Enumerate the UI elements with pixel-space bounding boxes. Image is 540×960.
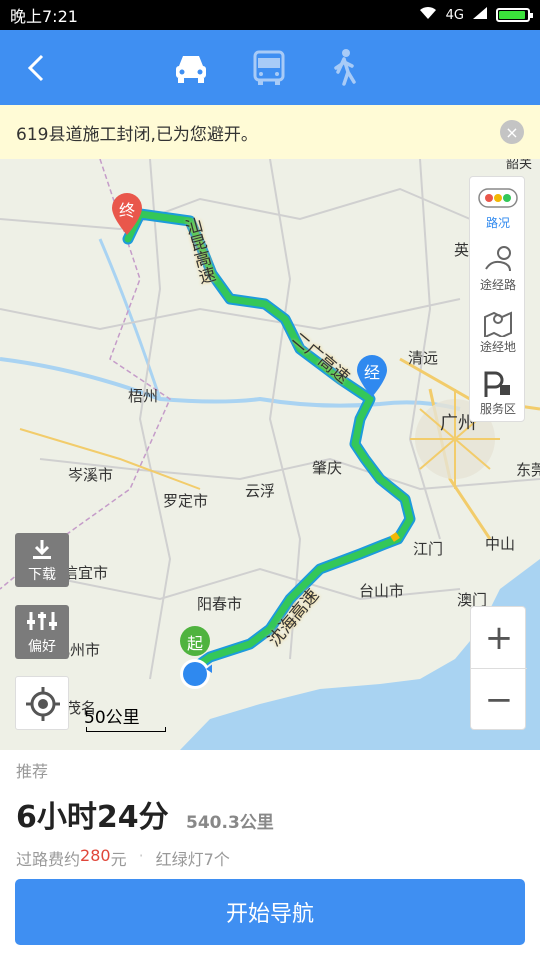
city-wuzhou: 梧州 [128, 387, 159, 405]
bus-icon [253, 50, 285, 85]
scale-bar [86, 727, 166, 732]
locate-icon [26, 687, 60, 721]
via-marker[interactable]: 经 [355, 354, 389, 398]
traffic-light-icon [478, 188, 518, 208]
preference-button[interactable]: 偏好 [15, 605, 69, 659]
waypoint-road-button[interactable]: 途经路 [470, 239, 526, 299]
end-marker[interactable]: 终 [110, 192, 144, 236]
city-taishan: 台山市 [359, 582, 405, 600]
end-marker-label: 终 [118, 201, 135, 220]
map-view[interactable]: 汕昆高速 二广高速 沈海高速 梧州 清远 广州 肇庆 东莞 岑溪市 罗定市 云浮… [0, 159, 540, 750]
zoom-out-button[interactable]: − [471, 669, 527, 731]
status-icons: 4G [418, 5, 533, 25]
start-marker-label: 起 [186, 634, 203, 653]
notice-text: 619县道施工封闭,已为您避开。 [16, 124, 258, 145]
route-tag: 推荐 [16, 762, 49, 781]
map-tool-panel: 路况 途经路 途经地 服务区 [469, 176, 525, 422]
service-area-label: 服务区 [479, 402, 516, 416]
preference-label: 偏好 [28, 639, 56, 655]
map-pin-icon [484, 311, 512, 339]
battery-icon [496, 8, 533, 22]
mode-walk-button[interactable] [322, 46, 366, 90]
current-location-dot [178, 657, 214, 691]
via-place-label: 途经地 [479, 340, 516, 354]
route-distance: 540.3公里 [186, 813, 274, 833]
download-icon [33, 540, 51, 559]
close-icon[interactable]: × [500, 120, 524, 144]
download-button[interactable]: 下载 [15, 533, 69, 587]
traffic-label: 路况 [485, 216, 510, 230]
status-bar: 晚上7:21 4G [0, 0, 540, 30]
zoom-in-button[interactable]: + [471, 607, 527, 669]
back-button[interactable] [18, 48, 58, 88]
network-label: 4G [445, 7, 464, 23]
mode-car-button[interactable] [169, 46, 213, 90]
city-xinyi: 信宜市 [63, 564, 109, 582]
parking-icon [484, 371, 510, 397]
toll-prefix: 过路费约 [16, 850, 81, 869]
mode-bus-button[interactable] [247, 46, 291, 90]
waypoint-road-icon [485, 246, 511, 272]
waypoint-road-label: 途经路 [479, 278, 516, 292]
wifi-icon [418, 5, 438, 25]
city-qingyuan: 清远 [408, 349, 439, 367]
traffic-lights-count: 红绿灯7个 [155, 850, 230, 869]
status-time: 晚上7:21 [10, 7, 78, 26]
city-zhaoqing: 肇庆 [312, 459, 343, 477]
download-label: 下载 [28, 567, 56, 583]
city-zhongshan: 中山 [485, 535, 516, 553]
battery-level [499, 11, 525, 19]
route-info: 过路费约 280 元 · 红绿灯7个 [16, 846, 230, 870]
city-luoding: 罗定市 [163, 492, 209, 510]
zoom-controls: + − [470, 606, 527, 731]
city-ying-partial: 英 [454, 241, 470, 259]
car-icon [176, 56, 206, 83]
traffic-button[interactable]: 路况 [470, 177, 526, 237]
start-navigation-button[interactable]: 开始导航 [15, 879, 525, 945]
sliders-icon [27, 612, 57, 630]
notice-banner: 619县道施工封闭,已为您避开。 × [0, 105, 540, 159]
via-marker-label: 经 [363, 363, 380, 382]
city-yangchun: 阳春市 [197, 595, 243, 613]
service-area-button[interactable]: 服务区 [470, 363, 526, 423]
city-shaoguan-partial: 韶关 [506, 159, 533, 172]
start-marker[interactable]: 起 [178, 625, 212, 659]
toll-suffix: 元 [110, 850, 127, 869]
top-bar [0, 30, 540, 105]
back-arrow-icon [27, 54, 44, 82]
via-place-button[interactable]: 途经地 [470, 301, 526, 361]
city-yunfu: 云浮 [245, 482, 276, 500]
city-dongguan: 东莞 [516, 461, 540, 479]
info-separator: · [138, 846, 144, 865]
locate-button[interactable] [15, 676, 69, 730]
toll-value: 280 [80, 846, 111, 865]
signal-icon [472, 6, 488, 24]
walk-icon [334, 49, 356, 86]
location-dot-icon [180, 659, 214, 689]
city-cenxi: 岑溪市 [68, 466, 114, 484]
route-duration: 6小时24分 [16, 800, 169, 835]
route-summary-panel: 推荐 6小时24分 540.3公里 过路费约 280 元 · 红绿灯7个 开始导… [0, 750, 540, 960]
city-jiangmen: 江门 [413, 540, 444, 558]
scale-label: 50公里 [84, 708, 140, 728]
